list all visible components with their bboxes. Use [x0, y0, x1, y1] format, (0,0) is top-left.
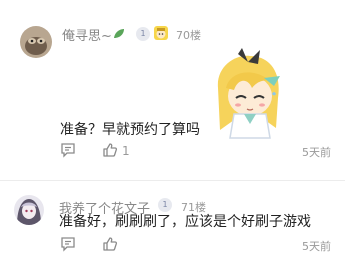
floor-number: 70楼	[176, 29, 201, 42]
comment-icon[interactable]	[60, 236, 76, 256]
like-count: 1	[122, 144, 130, 158]
level-badge: 1	[158, 198, 172, 212]
comment-item: 我养了个花文子 1 71楼 准备好，刷刷刷了，应该是个好刷子游戏 5天前	[0, 180, 345, 265]
comment-text: 准备好，刷刷刷了，应该是个好刷子游戏	[59, 214, 311, 230]
timestamp: 5天前	[302, 146, 331, 159]
comment-actions: 5天前	[0, 236, 345, 256]
comment-item: 俺寻思~ 1 70楼 准备？早就预约了算吗 1 5天前	[0, 0, 345, 180]
thumb-up-icon[interactable]	[102, 142, 118, 162]
avatar[interactable]	[14, 195, 44, 225]
comment-text: 准备？早就预约了算吗	[60, 122, 200, 138]
username[interactable]: 俺寻思~	[62, 25, 112, 44]
comment-icon[interactable]	[60, 142, 76, 162]
avatar[interactable]	[20, 26, 52, 58]
level-badge: 1	[136, 27, 150, 41]
character-icon	[153, 25, 169, 41]
thumb-up-icon[interactable]	[102, 236, 118, 256]
sticker-image[interactable]	[208, 48, 288, 140]
comment-actions: 1 5天前	[0, 142, 345, 162]
leaf-icon	[112, 27, 126, 41]
timestamp: 5天前	[302, 240, 331, 253]
